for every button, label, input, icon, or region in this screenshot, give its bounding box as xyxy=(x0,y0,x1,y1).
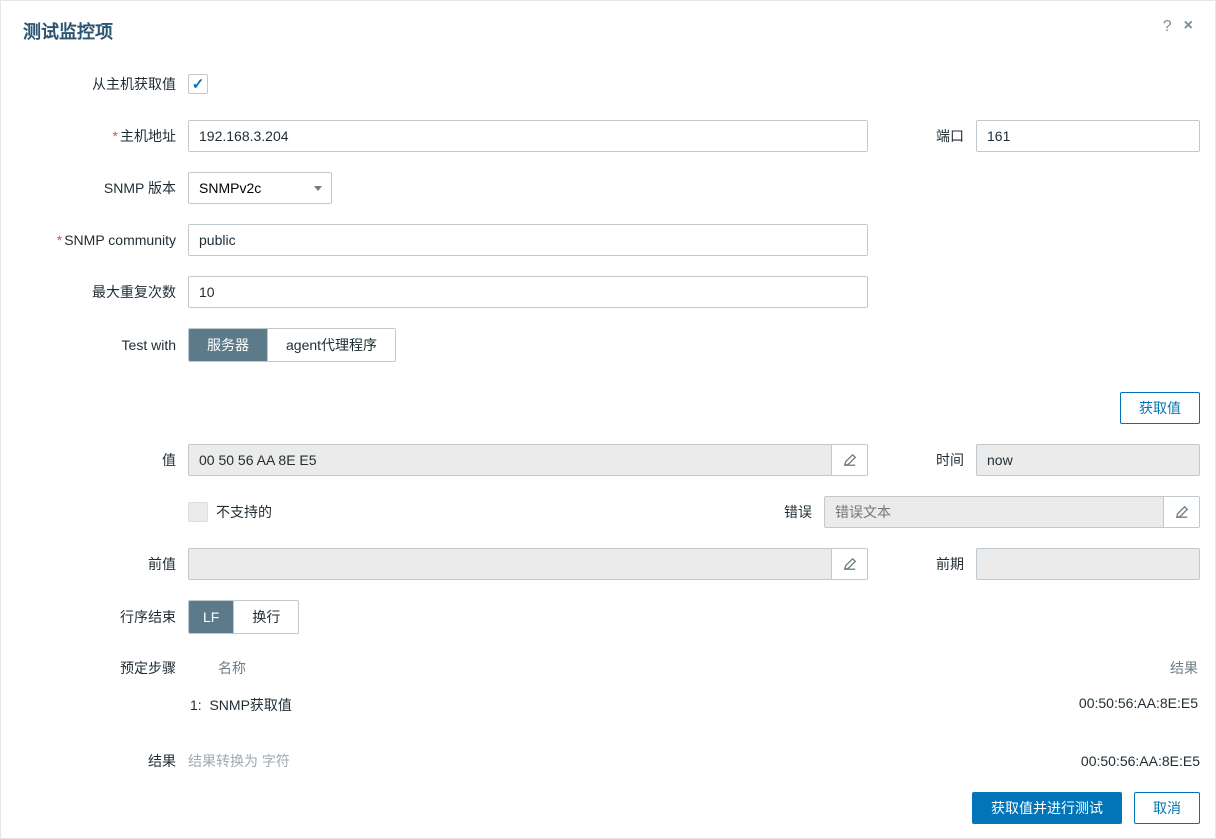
max-rep-input[interactable] xyxy=(188,276,868,308)
test-with-segment: 服务器 agent代理程序 xyxy=(188,328,396,362)
test-with-server[interactable]: 服务器 xyxy=(189,329,268,361)
snmp-community-input[interactable] xyxy=(188,224,868,256)
row-snmp-community: *SNMP community xyxy=(16,224,1200,256)
row-host-addr: *主机地址 端口 xyxy=(16,120,1200,152)
prev-value-input-group xyxy=(188,548,868,580)
test-with-agent[interactable]: agent代理程序 xyxy=(268,329,395,361)
value-input[interactable] xyxy=(188,444,832,476)
get-value-button[interactable]: 获取值 xyxy=(1120,392,1200,424)
steps-header: 名称 结果 xyxy=(188,658,1200,689)
row-get-value-btn: 获取值 xyxy=(16,392,1200,424)
step-name: 1: SNMP获取值 xyxy=(190,695,292,715)
header-icons: ? × xyxy=(1163,18,1193,36)
help-icon[interactable]: ? xyxy=(1163,18,1172,36)
dialog-footer: 获取值并进行测试 取消 xyxy=(972,792,1200,824)
checkbox-get-from-host[interactable] xyxy=(188,74,208,94)
cancel-button[interactable]: 取消 xyxy=(1134,792,1200,824)
eol-lf[interactable]: LF xyxy=(189,601,234,633)
steps-table: 名称 结果 1: SNMP获取值 00:50:56:AA:8E:E5 xyxy=(188,658,1200,721)
label-error: 错误 xyxy=(770,502,824,522)
row-value: 值 时间 xyxy=(16,444,1200,476)
label-prev-value: 前值 xyxy=(16,554,188,574)
label-time: 时间 xyxy=(896,450,976,470)
row-get-from-host: 从主机获取值 xyxy=(16,68,1200,100)
edit-value-icon[interactable] xyxy=(832,444,868,476)
row-not-supported: 不支持的 错误 xyxy=(16,496,1200,528)
row-max-rep: 最大重复次数 xyxy=(16,276,1200,308)
edit-error-icon[interactable] xyxy=(1164,496,1200,528)
step-result: 00:50:56:AA:8E:E5 xyxy=(1079,695,1198,715)
error-input[interactable] xyxy=(824,496,1164,528)
result-placeholder: 结果转换为 字符 xyxy=(188,751,290,771)
edit-prev-value-icon[interactable] xyxy=(832,548,868,580)
test-item-dialog: 测试监控项 ? × 从主机获取值 *主机地址 端口 SNMP 版本 xyxy=(0,0,1216,839)
label-prev-time: 前期 xyxy=(896,554,976,574)
label-not-supported: 不支持的 xyxy=(216,502,272,522)
label-host-addr: *主机地址 xyxy=(16,126,188,146)
error-input-group xyxy=(824,496,1200,528)
row-preset-steps: 预定步骤 名称 结果 1: SNMP获取值 00:50:56:AA:8E:E5 xyxy=(16,658,1200,721)
steps-row: 1: SNMP获取值 00:50:56:AA:8E:E5 xyxy=(188,689,1200,721)
close-icon[interactable]: × xyxy=(1184,18,1193,36)
col-result: 结果 xyxy=(1170,658,1198,678)
get-and-test-button[interactable]: 获取值并进行测试 xyxy=(972,792,1122,824)
label-value: 值 xyxy=(16,450,188,470)
host-address-input[interactable] xyxy=(188,120,868,152)
result-field: 结果转换为 字符 00:50:56:AA:8E:E5 xyxy=(188,751,1200,771)
col-name: 名称 xyxy=(190,658,246,678)
label-port: 端口 xyxy=(896,126,976,146)
row-prev-value: 前值 前期 xyxy=(16,548,1200,580)
label-max-rep: 最大重复次数 xyxy=(16,282,188,302)
checkbox-not-supported[interactable] xyxy=(188,502,208,522)
row-eol: 行序结束 LF 换行 xyxy=(16,600,1200,634)
eol-crlf[interactable]: 换行 xyxy=(234,601,298,633)
prev-time-input xyxy=(976,548,1200,580)
time-input xyxy=(976,444,1200,476)
label-snmp-version: SNMP 版本 xyxy=(16,178,188,198)
label-result: 结果 xyxy=(16,751,188,771)
label-snmp-community: *SNMP community xyxy=(16,232,188,248)
row-result: 结果 结果转换为 字符 00:50:56:AA:8E:E5 xyxy=(16,745,1200,777)
final-result-value: 00:50:56:AA:8E:E5 xyxy=(1081,753,1200,769)
prev-value-input[interactable] xyxy=(188,548,832,580)
snmp-version-select[interactable]: SNMPv2c xyxy=(188,172,332,204)
eol-segment: LF 换行 xyxy=(188,600,299,634)
dialog-title: 测试监控项 xyxy=(23,18,113,44)
value-input-group xyxy=(188,444,868,476)
row-test-with: Test with 服务器 agent代理程序 xyxy=(16,328,1200,362)
form: 从主机获取值 *主机地址 端口 SNMP 版本 SNMPv2c xyxy=(1,44,1215,777)
label-get-from-host: 从主机获取值 xyxy=(16,74,188,94)
label-eol: 行序结束 xyxy=(16,607,188,627)
label-test-with: Test with xyxy=(16,337,188,353)
dialog-header: 测试监控项 ? × xyxy=(1,1,1215,44)
label-preset-steps: 预定步骤 xyxy=(16,658,188,678)
port-input[interactable] xyxy=(976,120,1200,152)
row-snmp-version: SNMP 版本 SNMPv2c xyxy=(16,172,1200,204)
